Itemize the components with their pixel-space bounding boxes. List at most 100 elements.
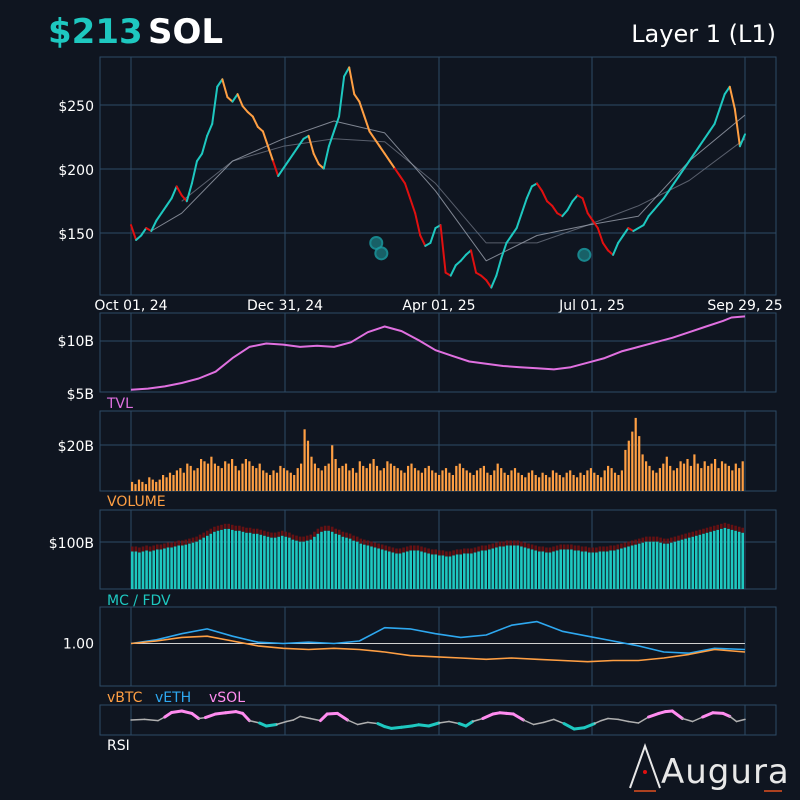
fdv-cap [552, 546, 555, 552]
price-segment [307, 134, 315, 155]
rsi-segment [681, 717, 694, 723]
mc-bar [427, 553, 430, 589]
price-segment [140, 227, 148, 237]
volume-bar [310, 456, 313, 491]
volume-bar [451, 475, 454, 491]
logo-red-dot [643, 770, 647, 774]
fdv-cap [156, 544, 159, 550]
mc-bar [634, 544, 637, 589]
mc-bar [605, 551, 609, 589]
fdv-cap [477, 546, 480, 552]
volume-bar [507, 475, 510, 491]
fdv-cap [295, 535, 298, 541]
price-segment [135, 234, 143, 241]
volume-bar [444, 468, 448, 491]
mc-bar [441, 555, 445, 589]
price-segment [388, 160, 396, 170]
mc-bar [273, 537, 277, 589]
rsi-segment [464, 720, 475, 728]
fdv-cap [441, 550, 445, 556]
fdv-cap [645, 536, 648, 542]
fdv-cap [709, 526, 712, 532]
mc-bar [577, 550, 580, 589]
mc-bar [505, 545, 509, 589]
price-segment [368, 130, 376, 140]
volume-bar [482, 465, 485, 491]
volume-bar [155, 481, 158, 491]
rsi-segment [170, 709, 184, 714]
volume-bar [227, 463, 230, 491]
price-segment [160, 204, 168, 215]
mc-bar [245, 532, 248, 589]
volume-bar [438, 475, 441, 491]
mc-bar [548, 552, 552, 589]
mc-bar [438, 555, 441, 589]
mc-bar [316, 533, 320, 589]
fdv-cap [538, 546, 541, 552]
volume-bar [558, 475, 561, 491]
price-segment [241, 105, 249, 114]
fdv-cap [159, 544, 163, 550]
price-segment [683, 160, 691, 170]
fdv-cap [380, 544, 384, 550]
mc-bar [388, 551, 391, 589]
mc-bar [338, 534, 341, 589]
price-segment [713, 108, 721, 125]
mc-bar [566, 549, 570, 589]
volume-bar [469, 472, 472, 491]
mc-bar [352, 540, 355, 589]
price-segment [449, 264, 457, 277]
volume-bar [258, 463, 261, 491]
mc-bar [677, 540, 680, 589]
fdv-cap [463, 548, 466, 554]
fdv-cap [291, 534, 295, 540]
price-segment [338, 75, 346, 118]
fdv-cap [605, 546, 609, 552]
mc-bar [645, 541, 648, 589]
fdv-cap [513, 540, 516, 546]
fdv-cap [352, 535, 355, 541]
tvl-label: TVL [106, 396, 133, 412]
volume-bar [141, 481, 144, 491]
rsi-segment [299, 715, 312, 720]
tvl-y-tick-label: $5B [67, 387, 94, 403]
volume-bar [538, 477, 541, 491]
volume-bar [665, 456, 668, 491]
tvl-panel-frame [99, 312, 777, 393]
price-x-tick-label: Dec 31, 24 [247, 298, 323, 314]
fdv-cap [252, 528, 255, 534]
rsi-segment [711, 711, 725, 715]
mc-bar [587, 552, 591, 589]
fdv-cap [320, 526, 323, 532]
mc-bar [391, 552, 395, 589]
fdv-cap [505, 540, 509, 546]
rsi-segment [670, 709, 684, 720]
volume-bar [220, 468, 223, 491]
volume-bar [251, 465, 254, 491]
fdv-cap [570, 544, 573, 550]
volume-bar [727, 465, 730, 491]
fdv-cap [430, 549, 434, 555]
fdv-cap [409, 545, 412, 551]
fdv-cap [213, 526, 216, 532]
volume-bar [576, 477, 579, 491]
fdv-cap [341, 531, 345, 537]
fdv-cap [445, 551, 448, 557]
fdv-cap [680, 534, 684, 540]
mc-bar [259, 534, 263, 589]
mc-bar [527, 548, 530, 589]
fdv-cap [338, 529, 341, 535]
fdv-cap [548, 547, 552, 553]
volume-bar [544, 475, 548, 491]
volume-bar [210, 456, 213, 491]
volume-bar [289, 472, 292, 491]
vsol-legend-label: vSOL [209, 690, 245, 706]
volume-bar [175, 470, 178, 491]
volume-bar [293, 475, 296, 491]
mc-bar [416, 550, 420, 589]
mc-bar [484, 550, 487, 589]
mc-bar [734, 530, 737, 589]
price-segment [703, 130, 711, 140]
volume-bar [206, 463, 210, 491]
veth-line [130, 620, 746, 655]
